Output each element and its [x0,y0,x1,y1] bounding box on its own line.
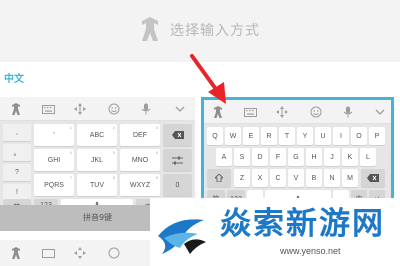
mic-icon [138,101,154,117]
keyboard-option-qwerty[interactable]: Q W E R T Y U I O P A S D F G H J K L Z … [201,97,394,205]
keyboard-icon [40,245,56,261]
key-m[interactable]: M [342,169,358,187]
key-b[interactable]: B [306,169,322,187]
key-h[interactable]: H [306,148,322,166]
key-4[interactable]: GHI 4 [34,149,74,171]
cursor-move-icon [72,245,88,261]
page-title: 选择输入方式 [170,23,260,39]
key-e[interactable]: E [243,127,259,145]
key-p[interactable]: P [369,127,385,145]
app-logo-icon [8,101,24,117]
shift-key[interactable] [207,169,231,187]
shift-icon [215,174,223,182]
key-5[interactable]: JKL 5 [77,149,117,171]
key-comma[interactable]: , [3,124,31,141]
key-2[interactable]: ABC 2 [77,124,117,146]
key-c[interactable]: C [270,169,286,187]
emoji-icon [106,245,122,261]
backspace-key[interactable] [361,169,385,187]
key-z[interactable]: Z [234,169,250,187]
key-v[interactable]: V [288,169,304,187]
key-d[interactable]: D [252,148,268,166]
key-9[interactable]: WXYZ 9 [120,174,160,196]
mic-icon [340,104,356,120]
key-y[interactable]: Y [297,127,313,145]
key-x[interactable]: X [252,169,268,187]
emoji-icon [308,104,324,120]
key-n[interactable]: N [324,169,340,187]
backspace-key[interactable] [163,124,192,146]
key-i[interactable]: I [333,127,349,145]
key-8[interactable]: TUV 8 [77,174,117,196]
key-3[interactable]: DEF 3 [120,124,160,146]
site-logo-icon [158,219,206,254]
key-7[interactable]: PQRS 7 [34,174,74,196]
zero-key[interactable]: 0 [163,174,192,196]
keyboard-option-pinyin-9[interactable]: , 。 ? ! ' 1 ABC 2 DEF 3 GHI 4 JKL 5 MNO 6 PQRS… [0,97,195,205]
key-q[interactable]: Q [207,127,223,145]
key-k[interactable]: K [342,148,358,166]
key-l[interactable]: L [360,148,376,166]
backspace-icon [367,174,379,182]
chevron-down-icon [372,104,388,120]
sliders-icon [172,156,183,164]
red-arrow-icon [190,54,226,104]
keyboard-icon [40,101,56,117]
app-logo-icon [8,245,24,261]
key-period[interactable]: 。 [3,144,31,161]
key-a[interactable]: A [216,148,232,166]
key-j[interactable]: J [324,148,340,166]
app-logo-icon [142,17,158,41]
key-6[interactable]: MNO 6 [120,149,160,171]
key-question[interactable]: ? [3,164,31,181]
section-label-chinese: 中文 [4,74,24,85]
key-w[interactable]: W [225,127,241,145]
emoji-icon [106,101,122,117]
cursor-move-icon [72,101,88,117]
key-f[interactable]: F [270,148,286,166]
keyboard-icon [242,104,258,120]
key-1[interactable]: ' 1 [34,124,74,146]
key-g[interactable]: G [288,148,304,166]
watermark-url: www.yenso.net [280,246,341,256]
key-o[interactable]: O [351,127,367,145]
settings-key[interactable] [163,149,192,171]
backspace-icon [171,131,184,139]
key-s[interactable]: S [234,148,250,166]
cursor-move-icon [274,104,290,120]
watermark-brand: 焱索新游网 [220,206,385,242]
key-r[interactable]: R [261,127,277,145]
key-t[interactable]: T [279,127,295,145]
key-u[interactable]: U [315,127,331,145]
watermark: 焱索新游网 www.yenso.net [150,198,400,266]
keyboard-toolbar [0,97,195,121]
